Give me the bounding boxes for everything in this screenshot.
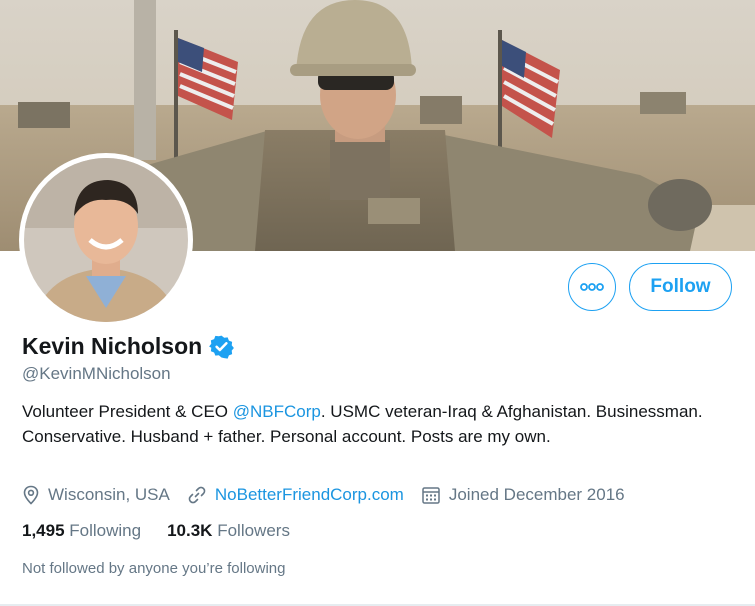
profile-handle: @KevinMNicholson (22, 364, 171, 383)
location-pin-icon (23, 485, 39, 505)
social-context: Not followed by anyone you’re following (22, 560, 286, 577)
profile-name: Kevin Nicholson (22, 333, 203, 359)
avatar[interactable] (24, 158, 188, 322)
more-dots-icon (580, 283, 604, 291)
following-label: Following (69, 521, 142, 540)
profile-bio: Volunteer President & CEO @NBFCorp. USMC… (22, 399, 737, 449)
verified-badge-icon (209, 335, 235, 359)
profile-meta: Wisconsin, USA NoBetterFriendCorp.com Jo… (22, 485, 642, 505)
follow-button[interactable]: Follow (629, 263, 732, 311)
avatar-image (24, 158, 188, 322)
followers-count-link[interactable]: 10.3K Followers (167, 521, 290, 541)
joined-item: Joined December 2016 (421, 485, 625, 505)
joined-text: Joined December 2016 (448, 485, 625, 504)
following-count-link[interactable]: 1,495 Following (22, 521, 141, 541)
website-link[interactable]: NoBetterFriendCorp.com (215, 485, 404, 505)
link-icon (188, 486, 206, 504)
more-options-button[interactable] (568, 263, 616, 311)
followers-label: Followers (217, 521, 290, 540)
bio-text-start: Volunteer President & CEO (22, 402, 233, 421)
bio-mention-link[interactable]: @NBFCorp (233, 402, 321, 421)
followers-count: 10.3K (167, 521, 213, 540)
website-item[interactable]: NoBetterFriendCorp.com (187, 485, 404, 505)
calendar-icon (422, 487, 440, 504)
profile-counts: 1,495 Following 10.3K Followers (22, 521, 316, 541)
location-text: Wisconsin, USA (48, 485, 170, 504)
following-count: 1,495 (22, 521, 65, 540)
profile-name-row: Kevin Nicholson (22, 333, 235, 360)
location-item: Wisconsin, USA (22, 485, 170, 505)
